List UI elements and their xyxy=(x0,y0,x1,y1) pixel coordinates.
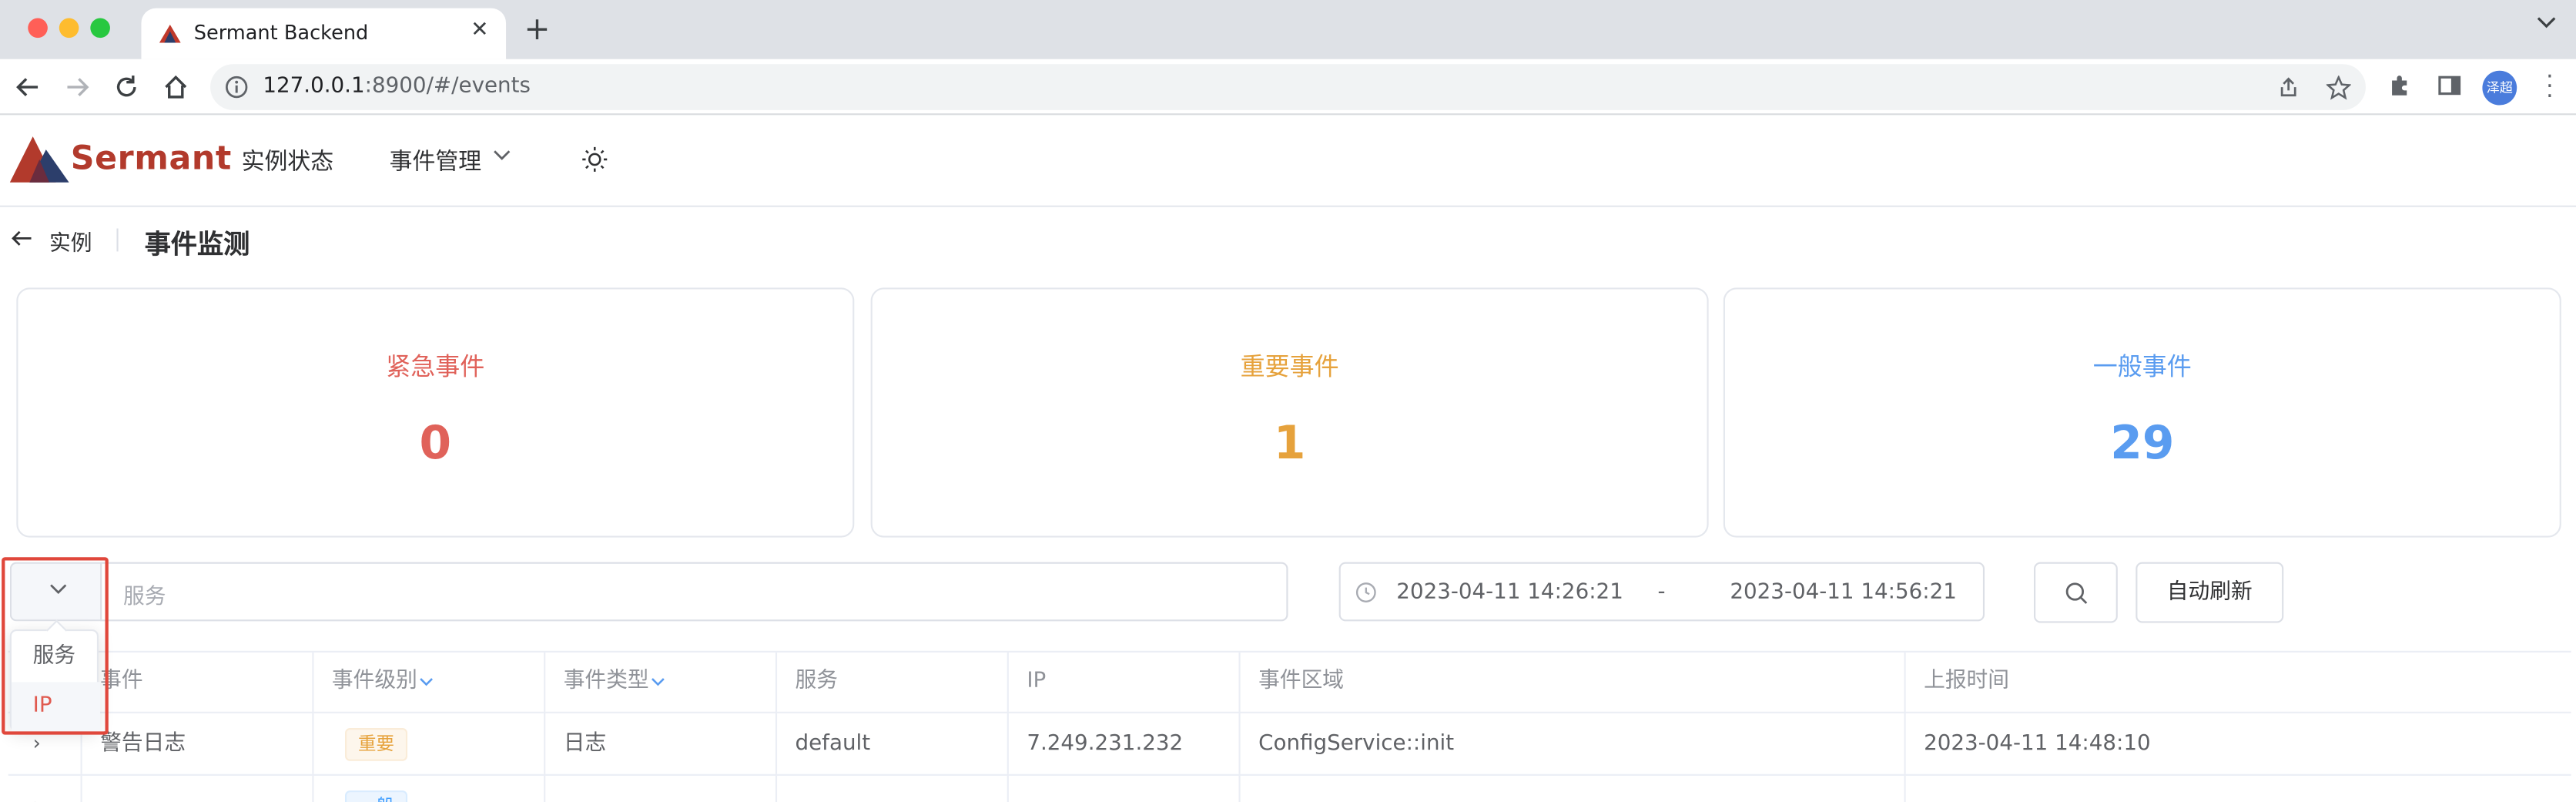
date-separator: - xyxy=(1657,580,1666,606)
table-row[interactable]: › 一般 xyxy=(8,775,2571,802)
stat-label: 一般事件 xyxy=(2092,351,2192,381)
column-header-type[interactable]: 事件类型 xyxy=(544,652,775,713)
address-bar[interactable]: 127.0.0.1:8900/#/events xyxy=(210,64,2366,110)
sermant-favicon-icon xyxy=(159,24,181,43)
cell-type xyxy=(544,775,775,802)
theme-sun-icon[interactable] xyxy=(581,146,608,173)
table-row[interactable]: › 警告日志 重要 日志 default 7.249.231.232 Confi… xyxy=(8,713,2571,776)
cell-level: 重要 xyxy=(312,713,544,774)
stat-label: 紧急事件 xyxy=(386,351,485,381)
extensions-icon[interactable] xyxy=(2387,72,2414,99)
nav-instance-status[interactable]: 实例状态 xyxy=(242,145,333,178)
forward-icon[interactable] xyxy=(62,72,92,102)
cell-service xyxy=(775,775,1007,802)
stat-card-important: 重要事件 1 xyxy=(870,287,1709,538)
column-header-area: 事件区域 xyxy=(1238,652,1904,713)
cell-ip xyxy=(1007,775,1239,802)
events-table: 事件 事件级别 事件类型 服务 IP 事件区域 上报时间 › 警告日志 重要 日… xyxy=(8,650,2571,802)
date-start-input[interactable]: 2023-04-11 14:26:21 xyxy=(1396,580,1623,605)
close-tab-icon[interactable]: ✕ xyxy=(467,18,493,42)
cell-level: 一般 xyxy=(312,775,544,802)
column-header-event: 事件 xyxy=(80,652,313,713)
table-header-row: 事件 事件级别 事件类型 服务 IP 事件区域 上报时间 xyxy=(8,650,2571,713)
expand-chevron-icon[interactable]: › xyxy=(33,776,41,802)
tab-title: Sermant Backend xyxy=(193,21,369,45)
column-header-level[interactable]: 事件级别 xyxy=(312,652,544,713)
stat-card-normal: 一般事件 29 xyxy=(1723,287,2561,538)
stat-value: 29 xyxy=(2110,415,2175,471)
cell-area: ConfigService::init xyxy=(1238,713,1904,774)
level-tag: 重要 xyxy=(344,726,408,760)
cell-time: 2023-04-11 14:48:10 xyxy=(1904,713,2571,774)
close-window-button[interactable] xyxy=(28,18,48,39)
cell-service: default xyxy=(775,713,1007,774)
side-panel-icon[interactable] xyxy=(2437,72,2463,99)
url-text: 127.0.0.1:8900/#/events xyxy=(263,73,531,99)
app-header: Sermant 实例状态 事件管理 xyxy=(0,116,2576,207)
breadcrumb-back-label[interactable]: 实例 xyxy=(49,225,92,257)
logo-text[interactable]: Sermant xyxy=(71,138,232,177)
reload-icon[interactable] xyxy=(112,72,141,102)
cell-type: 日志 xyxy=(544,713,775,774)
breadcrumb-divider xyxy=(116,228,119,252)
search-input[interactable]: 服务 xyxy=(100,562,1288,622)
cell-event xyxy=(80,775,313,802)
page-title: 事件监测 xyxy=(144,228,250,260)
site-info-icon[interactable] xyxy=(225,76,248,99)
cell-area xyxy=(1238,775,1904,802)
back-arrow-icon[interactable] xyxy=(10,227,33,250)
stat-value: 0 xyxy=(419,415,452,471)
chevron-down-icon[interactable] xyxy=(493,149,511,161)
home-icon[interactable] xyxy=(161,72,190,102)
cell-ip: 7.249.231.232 xyxy=(1007,713,1239,774)
auto-refresh-button[interactable]: 自动刷新 xyxy=(2136,562,2284,623)
nav-event-management[interactable]: 事件管理 xyxy=(390,145,481,178)
cell-event: 警告日志 xyxy=(80,713,313,774)
date-end-input[interactable]: 2023-04-11 14:56:21 xyxy=(1730,580,1957,605)
filter-chevron-icon[interactable] xyxy=(419,676,434,686)
clock-icon xyxy=(1355,582,1376,602)
search-icon xyxy=(2065,582,2088,604)
column-header-time: 上报时间 xyxy=(1904,652,2571,713)
stat-value: 1 xyxy=(1273,415,1306,471)
browser-tab[interactable]: Sermant Backend ✕ xyxy=(141,8,507,59)
column-header-ip: IP xyxy=(1007,652,1239,713)
search-button[interactable] xyxy=(2034,562,2118,623)
sermant-logo-icon[interactable] xyxy=(9,136,69,186)
minimize-window-button[interactable] xyxy=(59,18,79,39)
new-tab-button[interactable]: + xyxy=(524,12,551,48)
filter-chevron-icon[interactable] xyxy=(651,676,665,686)
column-header-service: 服务 xyxy=(775,652,1007,713)
stat-card-urgent: 紧急事件 0 xyxy=(16,287,855,538)
level-tag: 一般 xyxy=(344,790,408,802)
bookmark-star-icon[interactable] xyxy=(2326,76,2351,100)
search-placeholder: 服务 xyxy=(122,585,166,610)
back-icon[interactable] xyxy=(13,72,42,102)
expand-cell[interactable]: › xyxy=(8,776,81,802)
browser-toolbar: 127.0.0.1:8900/#/events xyxy=(0,59,2576,116)
profile-avatar[interactable]: 泽超 xyxy=(2482,70,2517,106)
share-icon[interactable] xyxy=(2277,76,2300,99)
tab-search-chevron-icon[interactable] xyxy=(2537,16,2557,29)
maximize-window-button[interactable] xyxy=(90,18,110,39)
browser-menu-icon[interactable]: · · · xyxy=(2544,65,2554,108)
annotation-highlight-box xyxy=(2,557,109,735)
cell-time xyxy=(1904,775,2571,802)
browser-tab-bar: Sermant Backend ✕ + xyxy=(0,0,2576,59)
date-range-picker[interactable]: 2023-04-11 14:26:21 - 2023-04-11 14:56:2… xyxy=(1338,562,1985,622)
stat-label: 重要事件 xyxy=(1240,351,1339,381)
